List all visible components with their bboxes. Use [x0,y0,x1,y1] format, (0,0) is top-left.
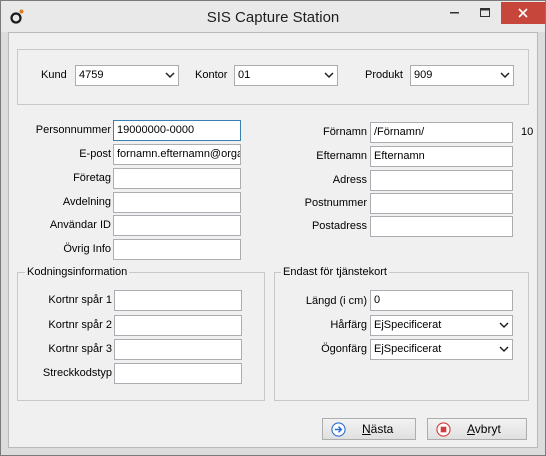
personnummer-label: Personnummer [35,124,111,136]
ovrig-info-label: Övrig Info [63,243,111,255]
postnummer-input[interactable] [370,193,513,214]
postadress-label: Postadress [311,220,367,232]
service-card-group-title: Endast för tjänstekort [281,266,389,278]
arrow-right-icon [331,421,346,437]
maximize-icon [480,8,490,17]
chevron-down-icon [499,346,509,353]
kontor-select[interactable]: 01 [234,65,338,86]
fornamn-label: Förnamn [322,126,367,138]
foretag-input[interactable] [113,168,241,189]
avdelning-label: Avdelning [62,196,111,208]
harfarg-label: Hårfärg [330,319,367,331]
cancel-button[interactable]: Avbryt [427,418,527,440]
ogonfarg-value: EjSpecificerat [374,343,442,355]
efternamn-label: Efternamn [316,150,367,162]
produkt-value: 909 [414,69,433,81]
produkt-select[interactable]: 909 [410,65,514,86]
kortnr-spar-2-label: Kortnr spår 2 [48,319,112,331]
anvandar-id-input[interactable] [113,215,241,236]
coding-group-title: Kodningsinformation [25,266,130,278]
fornamn-char-count: 10 [521,126,534,138]
email-input[interactable]: fornamn.efternamn@organ [113,144,241,165]
close-button[interactable] [501,2,545,24]
next-button[interactable]: Nästa [322,418,416,440]
kortnr-spar-1-label: Kortnr spår 1 [48,294,112,306]
next-button-label: Nästa [362,422,394,436]
adress-label: Adress [332,174,367,186]
anvandar-id-label: Användar ID [49,219,111,231]
adress-input[interactable] [370,170,513,191]
close-icon [518,8,528,18]
kund-label: Kund [41,69,67,81]
email-label: E-post [79,148,111,160]
length-label: Längd (i cm) [305,295,367,307]
minimize-icon [450,12,459,14]
kortnr-spar-3-label: Kortnr spår 3 [48,343,112,355]
stop-icon [436,421,451,437]
kund-value: 4759 [79,69,104,81]
kortnr-spar-2-input[interactable] [114,315,242,336]
title-bar[interactable]: SIS Capture Station [1,1,545,32]
ovrig-info-input[interactable] [113,239,241,260]
form-area: Kund 4759 Kontor 01 Produkt 909 Personnu… [8,32,538,448]
foretag-label: Företag [73,172,111,184]
cancel-button-label: Avbryt [467,422,501,436]
harfarg-select[interactable]: EjSpecificerat [370,315,513,336]
kortnr-spar-1-input[interactable] [114,290,242,311]
chevron-down-icon [499,322,509,329]
kontor-label: Kontor [195,69,228,81]
postadress-input[interactable] [370,216,513,237]
maximize-button[interactable] [471,2,499,24]
streckkodstyp-input[interactable] [114,363,242,384]
kontor-value: 01 [238,69,251,81]
postnummer-label: Postnummer [304,197,367,209]
ogonfarg-select[interactable]: EjSpecificerat [370,339,513,360]
ogonfarg-label: Ögonfärg [321,343,367,355]
chevron-down-icon [165,72,175,79]
kund-select[interactable]: 4759 [75,65,179,86]
avdelning-input[interactable] [113,192,241,213]
harfarg-value: EjSpecificerat [374,319,442,331]
chevron-down-icon [500,72,510,79]
personnummer-input[interactable]: 19000000-0000 [113,120,241,141]
kortnr-spar-3-input[interactable] [114,339,242,360]
length-input[interactable]: 0 [370,290,513,311]
produkt-label: Produkt [365,69,403,81]
app-window: SIS Capture Station Kund 4759 Kontor 01 … [0,0,546,456]
streckkodstyp-label: Streckkodstyp [42,367,112,379]
fornamn-input[interactable]: /Förnamn/ [370,122,513,143]
chevron-down-icon [324,72,334,79]
minimize-button[interactable] [441,2,469,24]
efternamn-input[interactable]: Efternamn [370,146,513,167]
